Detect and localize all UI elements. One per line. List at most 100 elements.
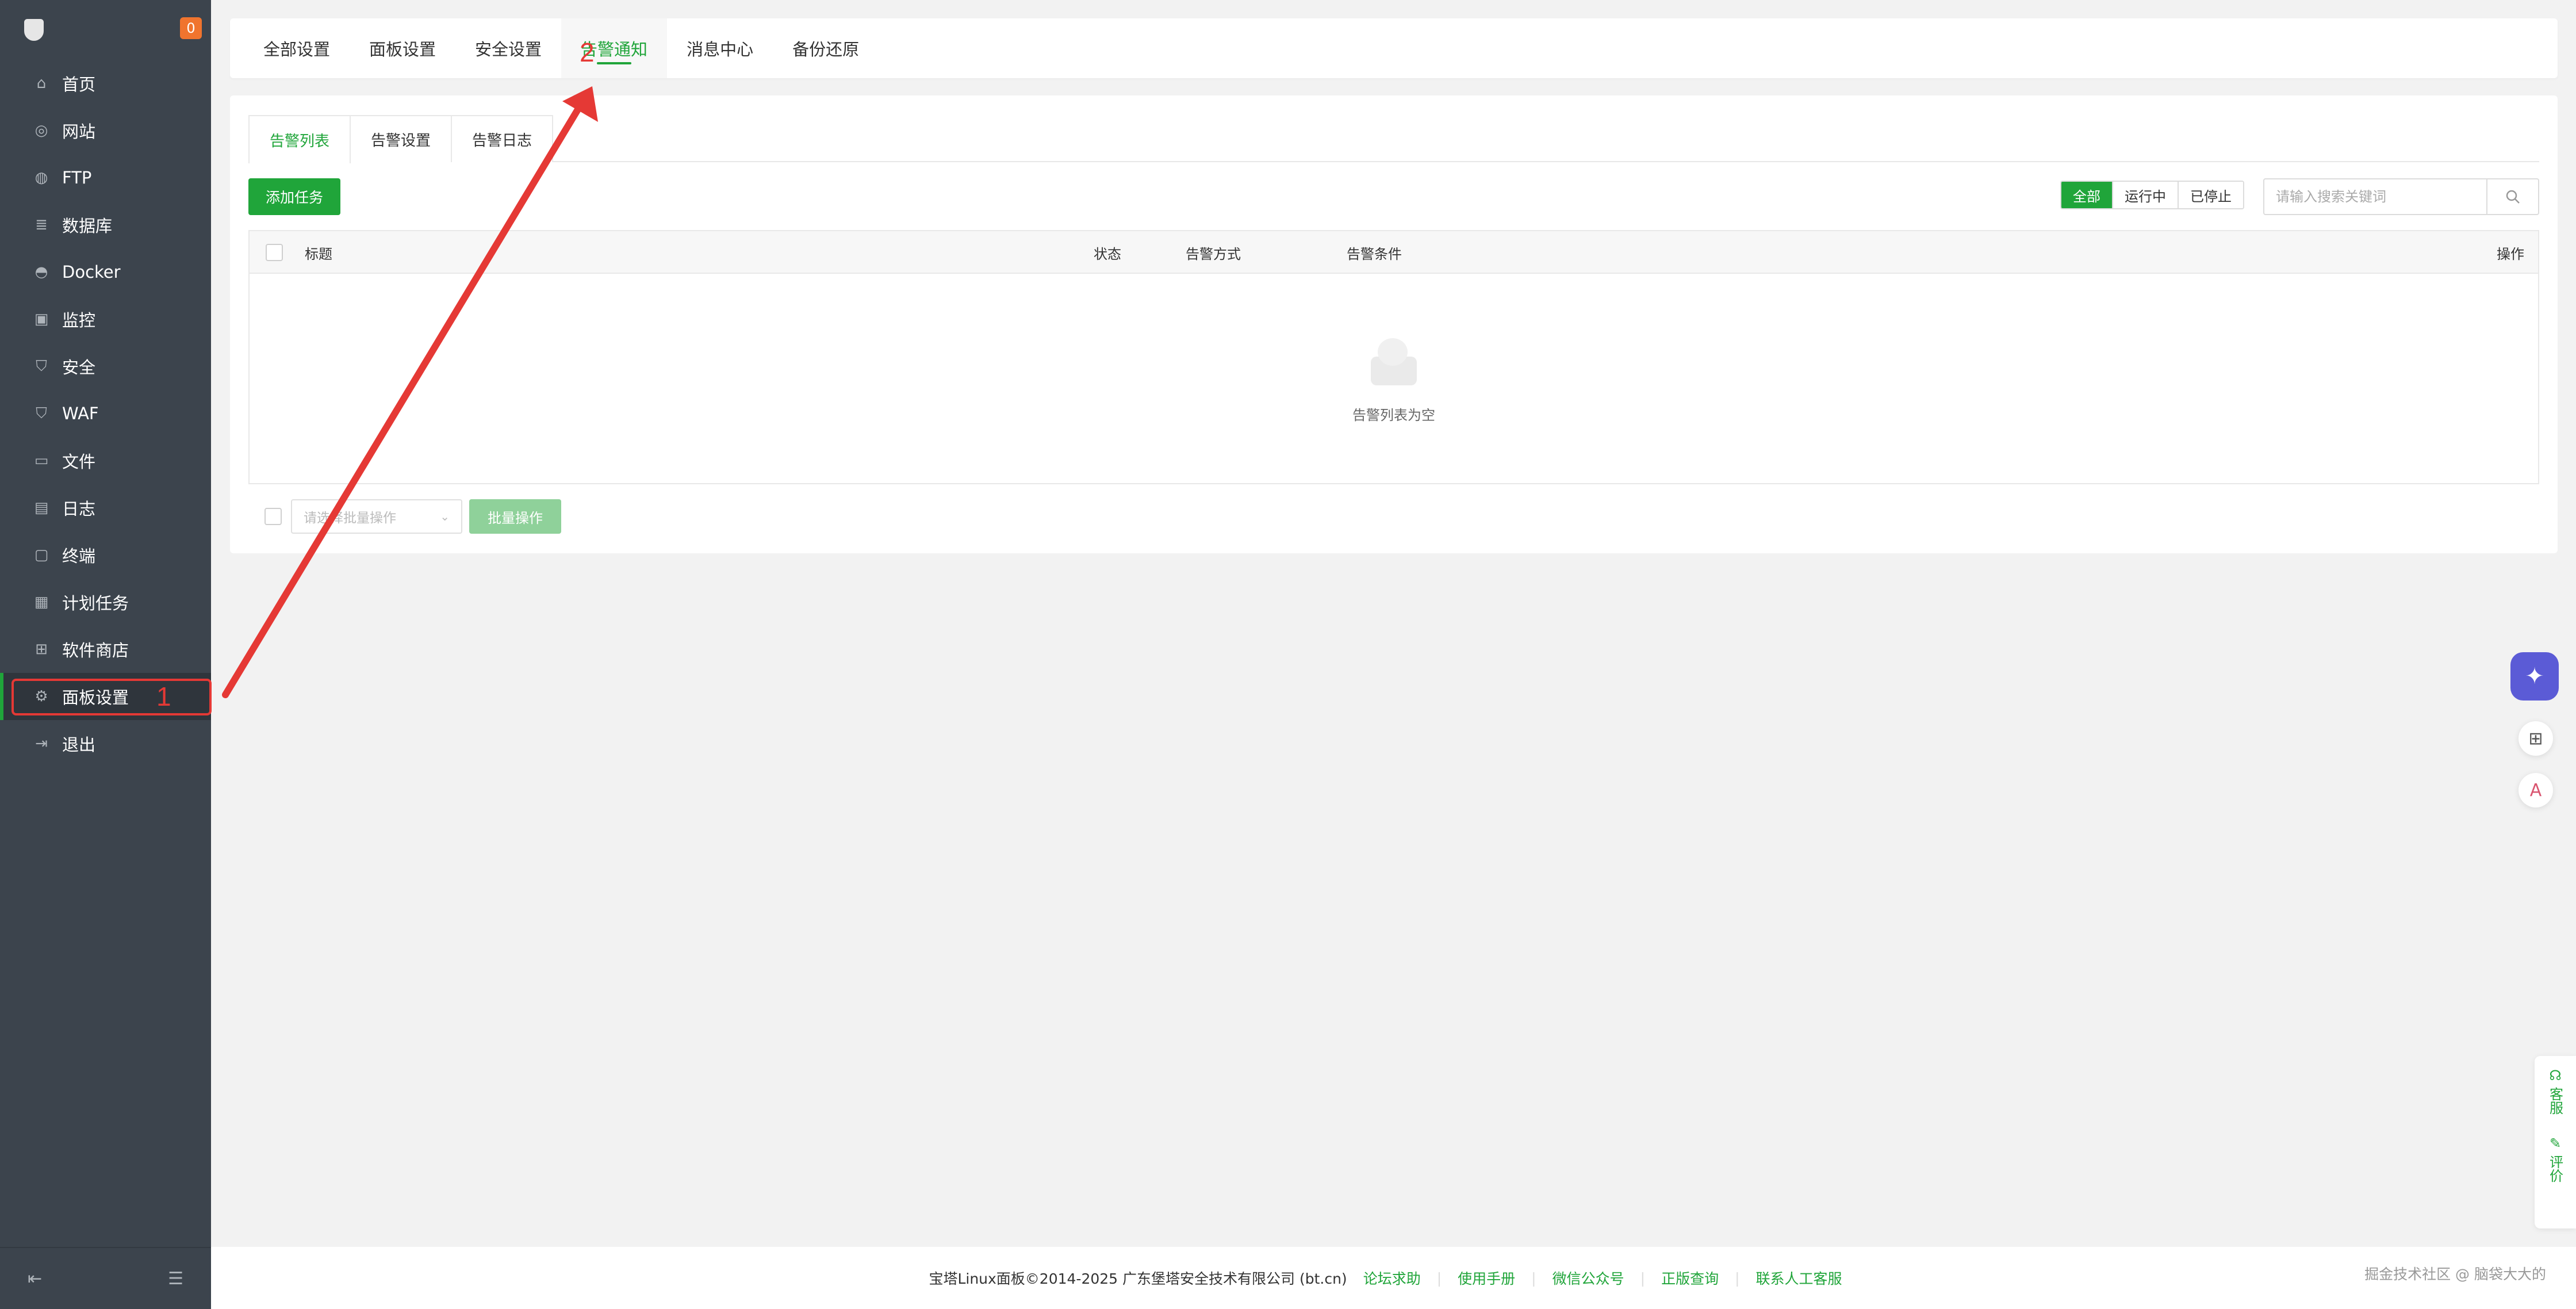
sidebar-item-label: 日志 (62, 499, 96, 519)
filter-all[interactable]: 全部 (2061, 182, 2112, 208)
sidebar-item-label: 软件商店 (62, 641, 129, 660)
headset-icon: ☊ (2549, 1067, 2562, 1084)
sidebar-item-waf[interactable]: ⛉ WAF (0, 390, 211, 437)
calendar-icon: ▦ (34, 594, 49, 611)
footer-link-forum[interactable]: 论坛求助 (1363, 1268, 1421, 1288)
footer-link-support[interactable]: 联系人工客服 (1756, 1268, 1842, 1288)
tab-panel-settings[interactable]: 面板设置 (350, 18, 455, 78)
folder-icon: ▭ (34, 452, 49, 469)
chevron-down-icon: ⌄ (440, 510, 450, 523)
col-condition: 告警条件 (1347, 246, 1402, 262)
sidebar-bottom: ⇤ ☰ (0, 1247, 211, 1309)
edit-icon: ✎ (2549, 1135, 2562, 1151)
sidebar-item-label: 退出 (62, 735, 96, 755)
alert-subtabs: 告警列表 告警设置 告警日志 (248, 115, 2539, 163)
sidebar-item-label: 监控 (62, 311, 96, 330)
add-task-button[interactable]: 添加任务 (248, 178, 340, 215)
filter-running[interactable]: 运行中 (2112, 182, 2178, 208)
footer-link-wechat[interactable]: 微信公众号 (1552, 1268, 1624, 1288)
search-input[interactable] (2264, 179, 2486, 214)
empty-state: 告警列表为空 (250, 274, 2538, 483)
col-status: 状态 (1094, 246, 1121, 262)
docker-icon: ◓ (34, 263, 48, 281)
footer-link-manual[interactable]: 使用手册 (1458, 1268, 1515, 1288)
service-sidebar: ☊ 客服 ✎ 评价 (2535, 1056, 2576, 1228)
sidebar-item-database[interactable]: ≣ 数据库 (0, 201, 211, 248)
watermark: 掘金技术社区 @ 脑袋大大的 (2364, 1266, 2546, 1283)
logo[interactable]: 0 (0, 0, 211, 60)
sidebar-item-logout[interactable]: ⇥ 退出 (0, 720, 211, 767)
sidebar-item-terminal[interactable]: ▢ 终端 (0, 531, 211, 579)
search-button[interactable] (2486, 179, 2538, 214)
logout-icon: ⇥ (35, 735, 48, 752)
subtab-alert-settings[interactable]: 告警设置 (350, 115, 452, 162)
sidebar-item-label: 计划任务 (62, 594, 129, 613)
log-icon: ▤ (34, 499, 49, 516)
collapse-left-icon[interactable]: ⇤ (28, 1269, 42, 1289)
database-icon: ≣ (35, 216, 48, 234)
home-icon: ⌂ (36, 75, 47, 92)
batch-select-placeholder: 请选择批量操作 (304, 511, 396, 526)
sidebar-item-docker[interactable]: ◓ Docker (0, 248, 211, 296)
logo-icon (24, 19, 44, 41)
select-all-checkbox[interactable] (266, 244, 283, 261)
terminal-icon: ▢ (34, 546, 49, 564)
sidebar-item-security[interactable]: ⛉ 安全 (0, 343, 211, 390)
shield-icon: ⛉ (36, 357, 47, 375)
sidebar-item-store[interactable]: ⊞ 软件商店 (0, 626, 211, 673)
sidebar-item-label: 文件 (62, 452, 96, 472)
table-header: 标题 状态 告警方式 告警条件 操作 (250, 231, 2538, 274)
empty-illustration-icon (1365, 334, 1423, 389)
subtab-alert-list[interactable]: 告警列表 (248, 115, 351, 163)
batch-operation-button[interactable]: 批量操作 (469, 499, 561, 534)
batch-operation-select[interactable]: 请选择批量操作 ⌄ (291, 499, 462, 534)
tab-message-center[interactable]: 消息中心 (667, 18, 773, 78)
batch-select-checkbox[interactable] (264, 508, 282, 525)
batch-bar: 请选择批量操作 ⌄ 批量操作 (248, 499, 561, 534)
gear-icon: ⚙ (34, 688, 48, 705)
sidebar-item-label: 面板设置 (62, 688, 129, 707)
tab-all-settings[interactable]: 全部设置 (244, 18, 350, 78)
ai-assistant-icon[interactable]: ✦ (2510, 652, 2559, 701)
sidebar-item-files[interactable]: ▭ 文件 (0, 437, 211, 484)
monitor-icon: ▣ (34, 311, 49, 328)
sidebar-item-label: Docker (62, 262, 121, 282)
apps-icon[interactable]: ⊞ (2518, 721, 2553, 756)
sidebar-item-label: 数据库 (62, 216, 113, 236)
review-button[interactable]: 评价 (2546, 1155, 2566, 1182)
col-title: 标题 (305, 246, 332, 262)
notification-badge[interactable]: 0 (180, 17, 202, 39)
sidebar-item-label: FTP (62, 168, 92, 187)
menu-list-icon[interactable]: ☰ (168, 1269, 183, 1289)
col-action: 操作 (2497, 246, 2524, 262)
filter-stopped[interactable]: 已停止 (2178, 182, 2243, 208)
annotation-step-2: 2 (580, 37, 595, 67)
tab-backup-restore[interactable]: 备份还原 (773, 18, 879, 78)
sidebar-item-panel-settings[interactable]: ⚙ 面板设置 1 (0, 673, 212, 720)
sidebar-item-label: 安全 (62, 358, 96, 377)
sidebar-item-home[interactable]: ⌂ 首页 (0, 60, 211, 107)
waf-shield-icon: ⛉ (36, 404, 47, 422)
alert-panel: 告警列表 告警设置 告警日志 添加任务 全部 运行中 已停止 标题 状态 告警方… (230, 95, 2558, 553)
search-box (2263, 178, 2539, 215)
sidebar-item-website[interactable]: ◎ 网站 (0, 107, 211, 154)
sidebar-item-label: 终端 (62, 546, 96, 566)
search-icon (2506, 190, 2520, 204)
sidebar-item-label: WAF (62, 404, 99, 423)
ftp-icon: ◍ (34, 169, 48, 186)
subtab-alert-logs[interactable]: 告警日志 (451, 115, 553, 162)
status-filter: 全部 运行中 已停止 (2060, 181, 2244, 209)
sidebar-item-label: 首页 (62, 75, 96, 94)
tab-security-settings[interactable]: 安全设置 (455, 18, 561, 78)
footer-link-verify[interactable]: 正版查询 (1661, 1268, 1719, 1288)
annotation-step-1: 1 (156, 682, 171, 711)
sidebar-item-monitor[interactable]: ▣ 监控 (0, 296, 211, 343)
tab-alert-notification[interactable]: 告警通知 (561, 18, 668, 78)
sidebar-item-ftp[interactable]: ◍ FTP (0, 154, 211, 201)
grid-icon: ⊞ (35, 641, 48, 658)
translate-icon[interactable]: A (2518, 773, 2553, 807)
sidebar-item-cron[interactable]: ▦ 计划任务 (0, 579, 211, 626)
sidebar-item-logs[interactable]: ▤ 日志 (0, 484, 211, 531)
customer-service-button[interactable]: 客服 (2546, 1087, 2566, 1115)
alert-table: 标题 状态 告警方式 告警条件 操作 告警列表为空 (248, 230, 2539, 484)
